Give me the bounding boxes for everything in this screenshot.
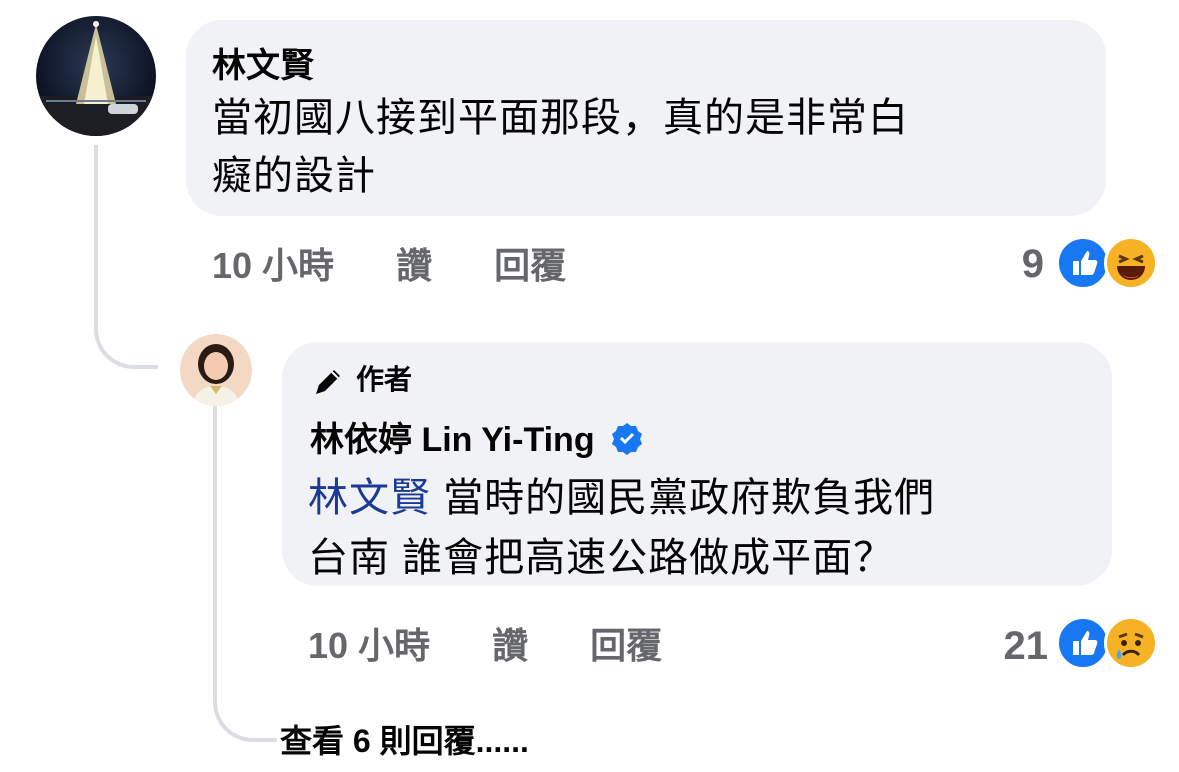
reply-like-button[interactable]: 讚 (492, 625, 528, 666)
reply-author-name[interactable]: 林依婷 Lin Yi-Ting (310, 420, 644, 460)
thread-line-reply (213, 400, 277, 742)
comment-reply-button[interactable]: 回覆 (494, 245, 566, 286)
reply-text-line1-rest: 當時的國民黨政府欺負我們 (431, 476, 936, 520)
sad-icon (1104, 616, 1158, 670)
comment-text-line1: 當初國八接到平面那段，真的是非常白 (212, 96, 909, 140)
like-icon (1056, 236, 1110, 290)
comment-meta: 10 小時 讚 回覆 (212, 244, 618, 288)
author-badge-label: 作者 (356, 364, 413, 395)
thread-line-main (94, 145, 158, 369)
reply-author-text[interactable]: 林依婷 Lin Yi-Ting (310, 421, 595, 459)
comment-like-button[interactable]: 讚 (396, 245, 432, 286)
reply-text-line1: 林文賢 當時的國民黨政府欺負我們 (308, 470, 935, 526)
comment-author-name[interactable]: 林文賢 (212, 46, 314, 86)
reply-reaction-count[interactable]: 21 (978, 624, 1049, 668)
christmas-tree-photo (36, 21, 156, 136)
reply-mention-link[interactable]: 林文賢 (308, 476, 431, 520)
author-badge: 作者 (310, 362, 412, 400)
verified-badge-icon (612, 423, 643, 455)
reply-meta: 10 小時 讚 回覆 (308, 624, 714, 668)
view-more-replies-link[interactable]: 查看 6 則回覆...... (280, 716, 529, 762)
author-portrait (192, 344, 240, 406)
comment-reaction-count[interactable]: 9 (990, 242, 1044, 286)
reply-text-line2: 台南 誰會把高速公路做成平面？ (308, 536, 895, 580)
like-icon (1056, 616, 1110, 670)
reply-reply-button[interactable]: 回覆 (590, 625, 662, 666)
reply-time: 10 小時 (308, 625, 431, 666)
haha-icon (1104, 236, 1158, 290)
comment-time: 10 小時 (212, 245, 335, 286)
author-avatar[interactable] (180, 334, 252, 406)
comment-text-line2: 癡的設計 (212, 154, 376, 198)
pen-icon (316, 369, 340, 394)
commenter-avatar[interactable] (36, 16, 156, 136)
